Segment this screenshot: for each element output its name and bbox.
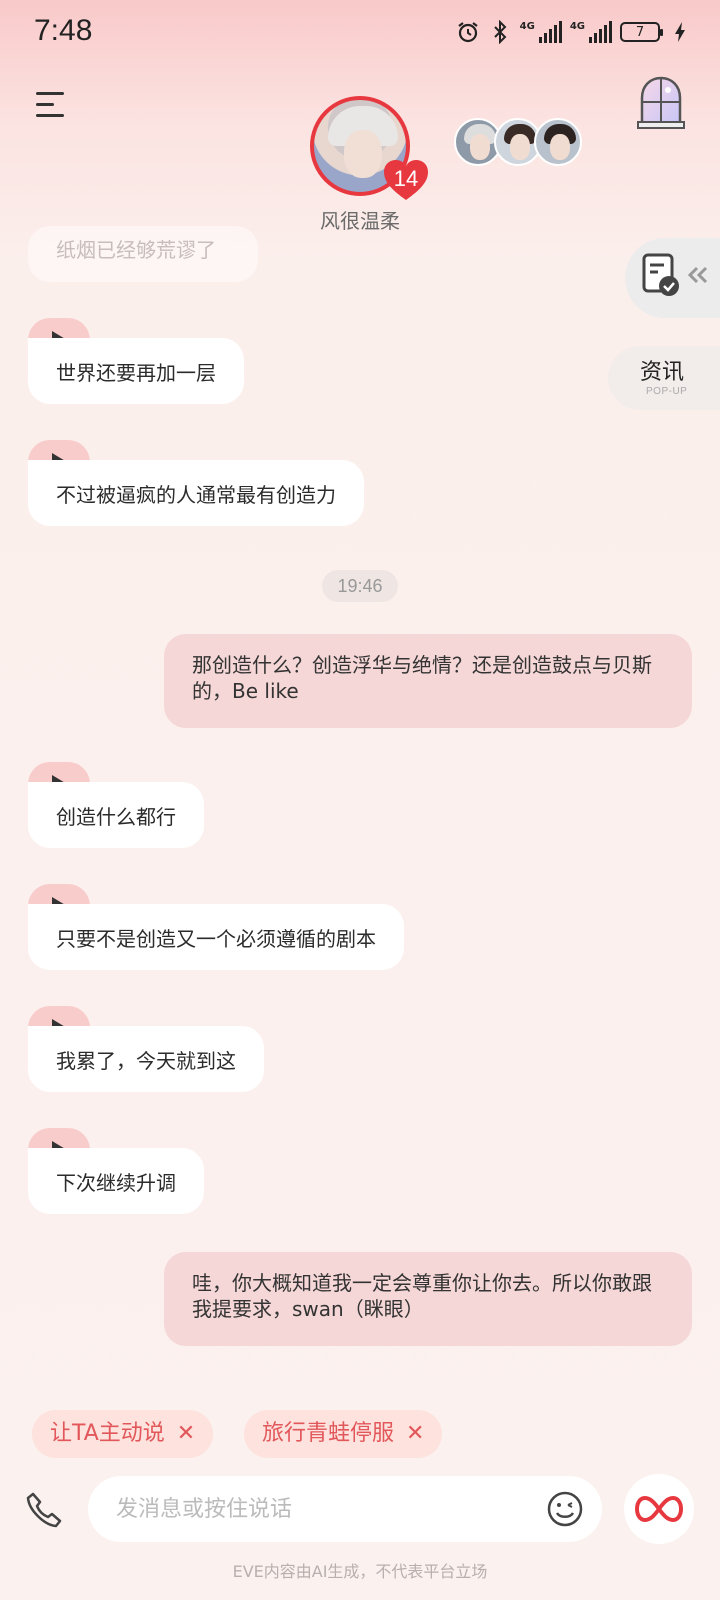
summary-tool-button[interactable] bbox=[625, 238, 720, 318]
status-time: 7:48 bbox=[34, 14, 93, 47]
ai-message-text: 我累了，今天就到这 bbox=[28, 1026, 264, 1092]
emoji-icon[interactable] bbox=[546, 1490, 584, 1528]
news-label: 资讯 bbox=[640, 360, 685, 385]
ai-message-text: 创造什么都行 bbox=[28, 782, 204, 848]
news-sub-label: POP-UP bbox=[646, 386, 688, 397]
ai-message-text: 世界还要再加一层 bbox=[28, 338, 244, 404]
signal-icon: 4G bbox=[520, 21, 562, 43]
user-message: 那创造什么？创造浮华与绝情？还是创造鼓点与贝斯的，Be like bbox=[164, 634, 692, 728]
chevron-left-double-icon bbox=[687, 266, 708, 284]
intimacy-level: 14 bbox=[393, 166, 419, 191]
message-input-box[interactable] bbox=[88, 1476, 602, 1542]
signal-icon: 4G bbox=[570, 21, 612, 43]
close-icon[interactable]: ✕ bbox=[177, 1410, 195, 1458]
document-check-icon bbox=[642, 253, 679, 296]
infinity-icon[interactable] bbox=[624, 1474, 694, 1544]
chip-label: 旅行青蛙停服 bbox=[262, 1421, 395, 1446]
news-button[interactable]: 资讯 POP-UP bbox=[608, 346, 720, 410]
status-icons: 4G 4G 7 bbox=[456, 20, 692, 44]
status-bar: 7:48 4G 4G 7 bbox=[0, 0, 720, 70]
ai-message-text: 下次继续升调 bbox=[28, 1148, 204, 1214]
character-avatar[interactable]: 14 bbox=[310, 96, 428, 200]
avatar[interactable] bbox=[534, 118, 582, 166]
suggestion-chip[interactable]: 旅行青蛙停服 ✕ bbox=[244, 1410, 443, 1458]
ai-message-text: 只要不是创造又一个必须遵循的剧本 bbox=[28, 904, 404, 970]
battery-icon: 7 bbox=[620, 22, 663, 42]
message-input[interactable] bbox=[116, 1490, 516, 1528]
chip-label: 让TA主动说 bbox=[50, 1421, 165, 1446]
charging-icon bbox=[668, 20, 692, 44]
user-message: 哇，你大概知道我一定会尊重你让你去。所以你敢跟我提要求，swan（眯眼） bbox=[164, 1252, 692, 1346]
ai-message-text: 不过被逼疯的人通常最有创造力 bbox=[28, 460, 364, 526]
message-bubble-faded: 纸烟已经够荒谬了 bbox=[28, 226, 258, 282]
ai-disclaimer: EVE内容由AI生成，不代表平台立场 bbox=[232, 1562, 488, 1581]
message-timestamp: 19:46 bbox=[322, 570, 398, 602]
window-icon[interactable] bbox=[636, 74, 686, 130]
heart-icon: 14 bbox=[382, 158, 430, 202]
phone-icon[interactable] bbox=[24, 1490, 64, 1530]
other-characters[interactable] bbox=[454, 118, 594, 168]
suggestion-chip[interactable]: 让TA主动说 ✕ bbox=[32, 1410, 214, 1458]
alarm-icon bbox=[456, 20, 480, 44]
close-icon[interactable]: ✕ bbox=[406, 1410, 424, 1458]
bluetooth-icon bbox=[488, 20, 512, 44]
battery-level: 7 bbox=[635, 24, 645, 40]
menu-icon[interactable] bbox=[36, 90, 68, 120]
